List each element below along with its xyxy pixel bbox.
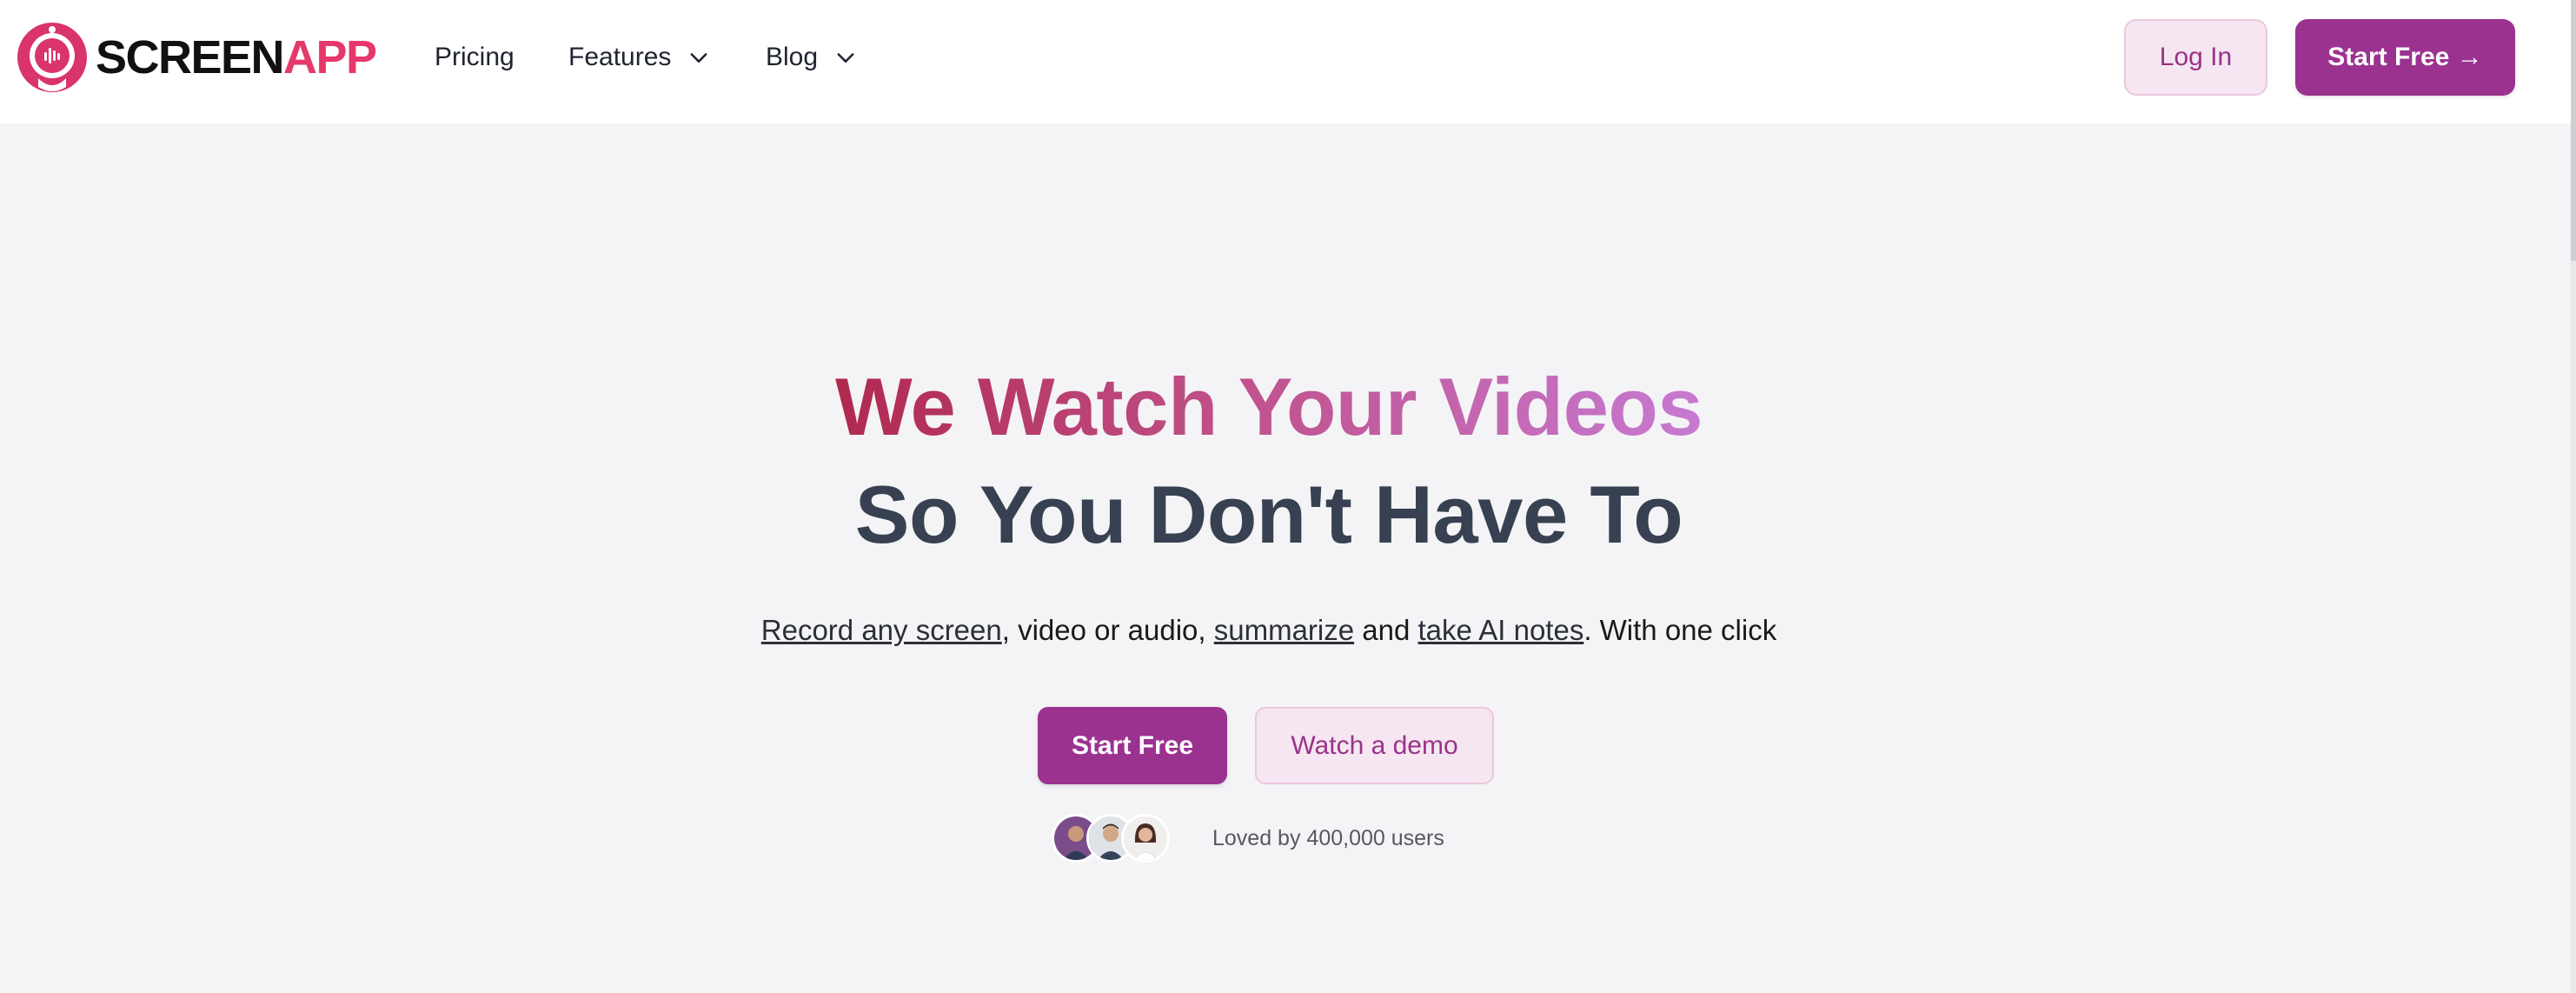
hero-subtitle: Record any screen, video or audio, summa… (0, 609, 2538, 652)
robot-mic-logo-icon (17, 23, 87, 92)
nav-item-label: Blog (766, 43, 819, 71)
scrollbar-thumb[interactable] (2571, 0, 2576, 261)
hero-title-line-2: So You Don't Have To (854, 469, 1683, 560)
login-button[interactable]: Log In (2124, 19, 2267, 96)
nav-item-label: Pricing (435, 43, 515, 71)
hero-title-line-1: We Watch Your Videos (0, 355, 2538, 459)
nav-item-label: Features (568, 43, 672, 71)
hero-start-free-button[interactable]: Start Free (1038, 707, 1227, 784)
logo-text-screen: SCREEN (96, 31, 285, 83)
nav-item-blog[interactable]: Blog (766, 37, 858, 78)
header-start-free-button[interactable]: Start Free → (2295, 19, 2515, 96)
chevron-down-icon (690, 53, 707, 63)
logo-wordmark: SCREENAPP (96, 31, 377, 83)
watch-demo-button[interactable]: Watch a demo (1255, 707, 1494, 784)
take-ai-notes-link[interactable]: take AI notes (1418, 614, 1584, 646)
site-header: SCREENAPP Pricing Features Blog Log In S… (0, 0, 2576, 123)
user-avatars (1052, 814, 1173, 863)
social-proof-text: Loved by 400,000 users (1212, 826, 1444, 850)
subtitle-text: , video or audio, (1001, 614, 1214, 646)
record-any-screen-link[interactable]: Record any screen (761, 614, 1002, 646)
nav-item-pricing[interactable]: Pricing (435, 37, 515, 78)
summarize-link[interactable]: summarize (1214, 614, 1354, 646)
user-photo-icon (1124, 816, 1167, 860)
subtitle-text: . With one click (1583, 614, 1777, 646)
subtitle-text: and (1354, 614, 1418, 646)
logo-text-app: APP (283, 31, 377, 83)
logo[interactable]: SCREENAPP (16, 21, 377, 94)
nav-item-features[interactable]: Features (568, 37, 711, 78)
page-scrollbar[interactable] (2571, 0, 2576, 993)
hero-title-gradient-text: We Watch Your Videos (834, 361, 1703, 452)
chevron-down-icon (837, 53, 854, 63)
avatar (1121, 814, 1170, 863)
page: SCREENAPP Pricing Features Blog Log In S… (0, 0, 2576, 993)
